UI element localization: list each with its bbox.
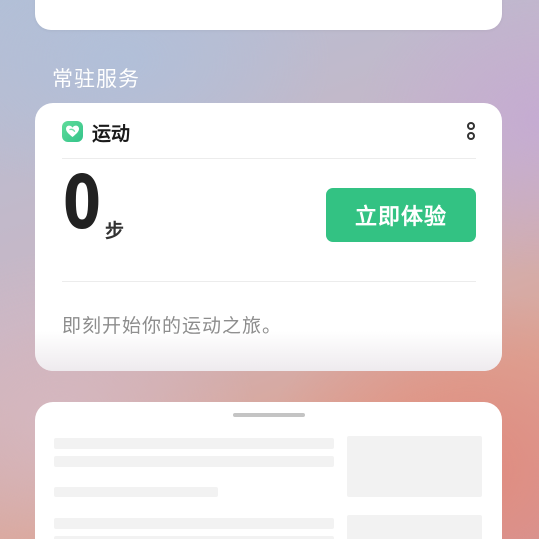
placeholder-thumbnail bbox=[347, 515, 482, 539]
sport-widget-card[interactable]: 运动 0 步 立即体验 即刻开始你的运动之旅。 bbox=[35, 103, 502, 371]
placeholder-line bbox=[54, 487, 218, 497]
top-card-remnant bbox=[35, 0, 502, 30]
more-vertical-icon[interactable] bbox=[463, 121, 479, 145]
divider bbox=[62, 281, 476, 282]
steps-count: 0 bbox=[63, 160, 101, 246]
steps-unit: 步 bbox=[105, 220, 125, 242]
loading-card bbox=[35, 402, 502, 539]
app-name: 运动 bbox=[92, 123, 131, 145]
drag-handle[interactable] bbox=[233, 413, 305, 417]
placeholder-line bbox=[54, 456, 334, 467]
divider bbox=[62, 158, 476, 159]
heart-leaf-icon bbox=[62, 121, 83, 142]
placeholder-thumbnail bbox=[347, 436, 482, 497]
card-fade-overlay bbox=[35, 331, 502, 371]
placeholder-line bbox=[54, 438, 334, 449]
try-now-button[interactable]: 立即体验 bbox=[326, 188, 476, 242]
section-title: 常驻服务 bbox=[52, 67, 140, 91]
placeholder-line bbox=[54, 518, 334, 529]
